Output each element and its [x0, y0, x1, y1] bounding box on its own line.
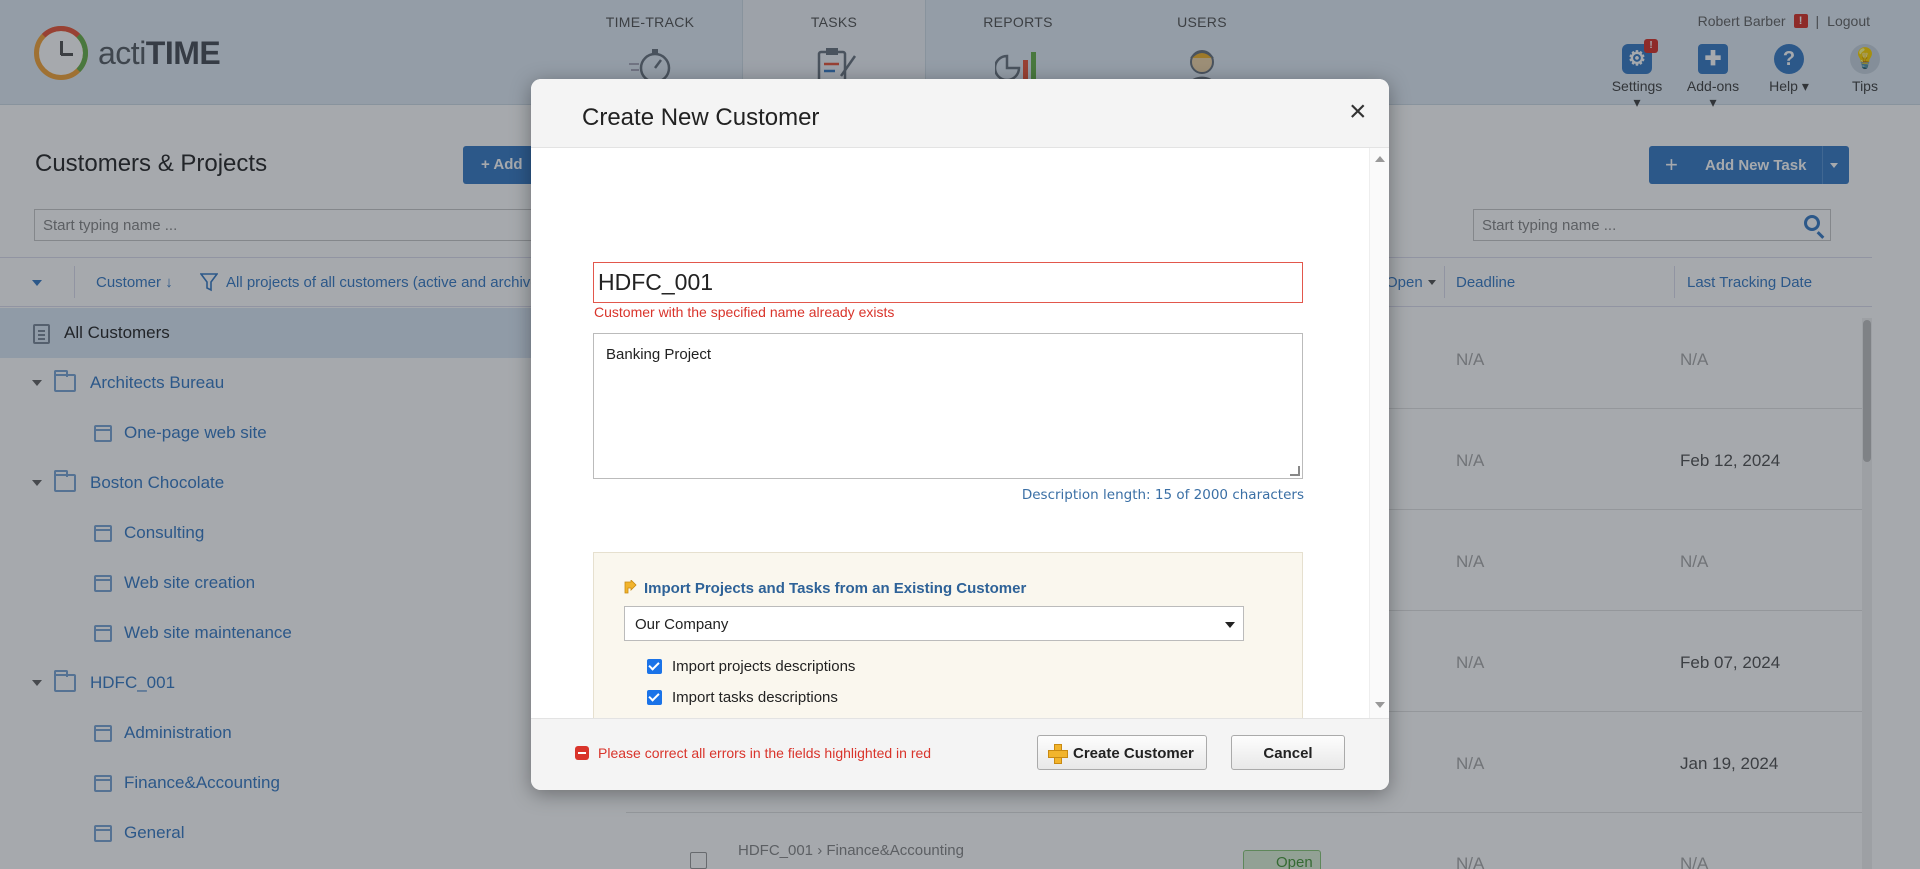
form-error-message: Please correct all errors in the fields …	[598, 745, 932, 761]
dialog-body: HDFC_001 Customer with the specified nam…	[531, 148, 1389, 738]
create-customer-button[interactable]: Create Customer	[1037, 735, 1207, 770]
import-title: Import Projects and Tasks from an Existi…	[644, 580, 1027, 597]
import-projects-option[interactable]: Import projects descriptions	[647, 658, 855, 675]
create-customer-dialog: Create New Customer × HDFC_001 Customer …	[531, 79, 1389, 790]
dialog-header: Create New Customer ×	[531, 79, 1389, 148]
name-error-message: Customer with the specified name already…	[594, 304, 895, 320]
customer-name-input[interactable]: HDFC_001	[593, 262, 1303, 303]
description-length: Description length: 15 of 2000 character…	[1021, 487, 1304, 503]
dialog-scrollbar[interactable]	[1369, 148, 1389, 718]
error-icon	[575, 746, 589, 760]
import-tasks-checkbox[interactable]	[647, 690, 662, 705]
import-tasks-option[interactable]: Import tasks descriptions	[647, 689, 838, 706]
import-section: Import Projects and Tasks from an Existi…	[593, 552, 1303, 738]
description-textarea[interactable]: Banking Project	[593, 333, 1303, 479]
import-customer-select[interactable]: Our Company	[624, 606, 1244, 641]
close-icon[interactable]: ×	[1349, 97, 1367, 127]
scroll-down-icon[interactable]	[1375, 702, 1385, 708]
dialog-title: Create New Customer	[582, 104, 820, 131]
chevron-down-icon	[1225, 622, 1235, 628]
import-projects-checkbox[interactable]	[647, 659, 662, 674]
cancel-button[interactable]: Cancel	[1231, 735, 1345, 770]
scroll-up-icon[interactable]	[1375, 156, 1385, 162]
resize-handle-icon[interactable]	[1290, 466, 1300, 476]
import-arrow-icon	[624, 580, 637, 594]
plus-icon	[1048, 744, 1068, 764]
dialog-footer: Please correct all errors in the fields …	[531, 718, 1389, 790]
